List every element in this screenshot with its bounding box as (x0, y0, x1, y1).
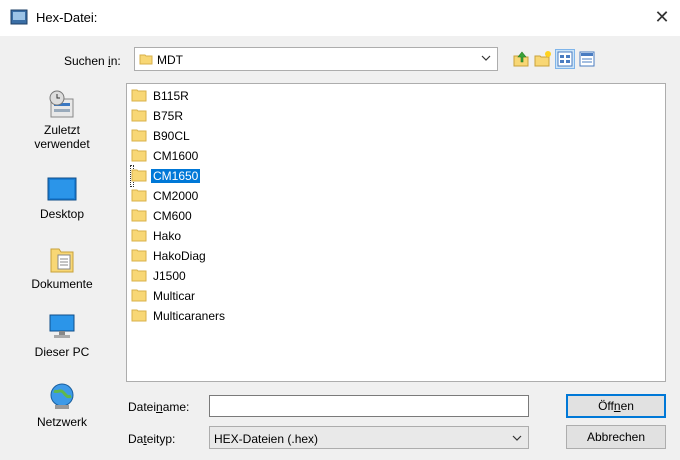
place-documents[interactable]: Dokumente (8, 243, 116, 291)
look-in-label: Suchen in: (64, 54, 121, 68)
this-pc-icon (49, 314, 75, 338)
recent-icon (49, 90, 74, 118)
folder-icon (131, 269, 147, 282)
dialog-icon (10, 9, 28, 25)
window-title: Hex-Datei: (36, 10, 98, 25)
folder-icon (131, 189, 147, 202)
look-in-value: MDT (157, 53, 183, 67)
title-bar: Hex-Datei: ✕ (0, 0, 680, 36)
open-button[interactable]: Öffnen (566, 394, 666, 418)
place-label: Netzwerk (36, 415, 87, 429)
list-item-selected[interactable]: CM1650 (130, 165, 201, 187)
chevron-down-icon (481, 55, 491, 61)
folder-icon (131, 209, 147, 222)
desktop-icon (47, 177, 77, 201)
file-list[interactable]: B115R B75R B90CL CM1600 CM1650 CM2000 CM… (126, 83, 666, 382)
folder-icon (131, 289, 147, 302)
places-bar: Zuletzt verwendet Desktop Dokumente Dies… (8, 83, 116, 443)
folder-icon (131, 89, 147, 102)
view-details-icon[interactable] (578, 50, 596, 68)
network-icon (50, 383, 74, 409)
folder-icon (139, 54, 153, 65)
filename-input[interactable] (209, 395, 529, 417)
filetype-dropdown[interactable]: HEX-Dateien (.hex) (209, 426, 529, 449)
folder-icon (131, 129, 147, 142)
folder-icon (131, 109, 147, 122)
place-desktop[interactable]: Desktop (8, 175, 116, 221)
folder-icon (131, 249, 147, 262)
up-folder-icon[interactable] (512, 50, 530, 68)
place-network[interactable]: Netzwerk (8, 381, 116, 429)
place-label: Dieser PC (34, 345, 90, 359)
close-icon: ✕ (654, 7, 670, 27)
place-label: Zuletzt (43, 123, 80, 137)
place-label: Dokumente (31, 277, 93, 291)
place-label: verwendet (34, 137, 90, 151)
chevron-down-icon (512, 435, 522, 441)
place-this-pc[interactable]: Dieser PC (8, 311, 116, 359)
place-label: Desktop (39, 207, 85, 221)
look-in-dropdown[interactable]: MDT (134, 47, 498, 71)
view-list-icon[interactable] (555, 49, 575, 69)
folder-icon (131, 149, 147, 162)
close-button[interactable]: ✕ (648, 4, 676, 30)
place-recent[interactable]: Zuletzt verwendet (8, 89, 116, 151)
documents-icon (50, 248, 74, 273)
cancel-button[interactable]: Abbrechen (566, 425, 666, 449)
filetype-label: Dateityp: (128, 432, 176, 446)
filename-label: Dateiname: (128, 400, 190, 414)
folder-icon (131, 309, 147, 322)
filetype-value: HEX-Dateien (.hex) (214, 432, 319, 446)
folder-icon (131, 169, 147, 182)
folder-icon (131, 229, 147, 242)
new-folder-icon[interactable] (534, 50, 552, 68)
